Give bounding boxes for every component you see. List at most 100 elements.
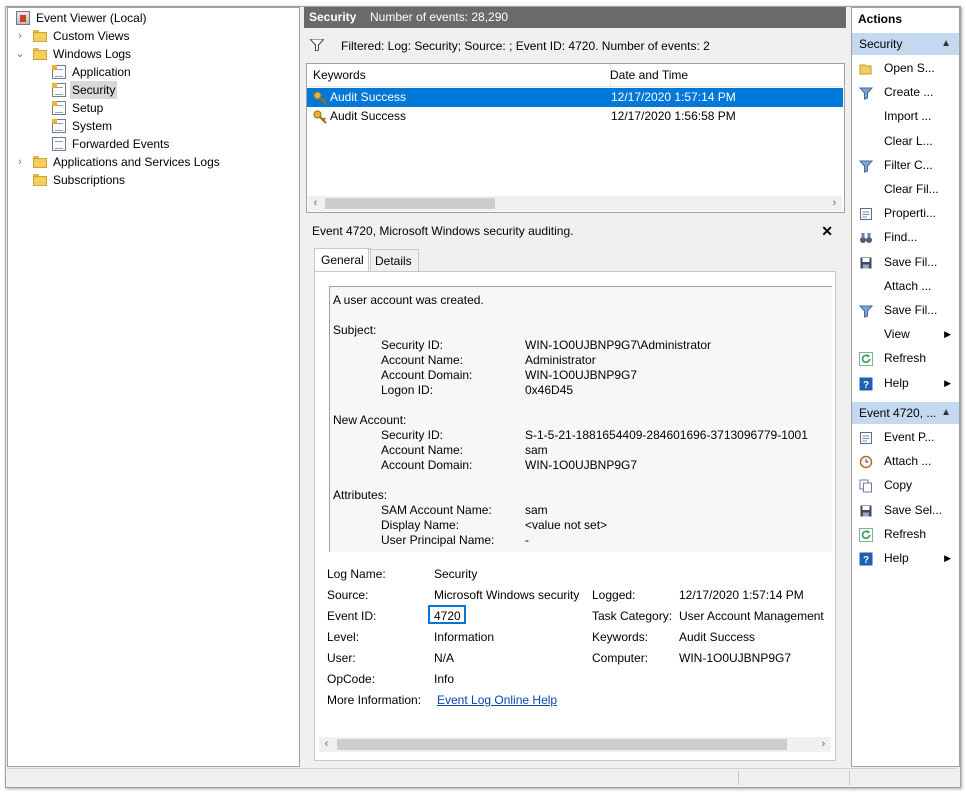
field-value: Administrator <box>525 353 596 367</box>
tree-item-label: Applications and Services Logs <box>53 155 220 169</box>
action-save-fil[interactable]: Save Fil... <box>852 299 959 321</box>
value-log-name: Security <box>434 567 478 581</box>
column-header-date-time[interactable]: Date and Time <box>605 64 845 87</box>
log-icon <box>52 65 66 79</box>
action-clear-l[interactable]: Clear L... <box>852 130 959 152</box>
scroll-left-icon[interactable]: ‹ <box>308 196 323 211</box>
action-save-sel[interactable]: Save Sel... <box>852 499 959 521</box>
action-find[interactable]: Find... <box>852 226 959 248</box>
action-save-fil[interactable]: Save Fil... <box>852 251 959 273</box>
action-refresh[interactable]: Refresh <box>852 523 959 545</box>
tab-general[interactable]: General <box>314 248 371 273</box>
log-title: Security <box>309 10 357 24</box>
svg-text:?: ? <box>863 555 869 566</box>
event-log-online-help-link[interactable]: Event Log Online Help <box>437 692 557 708</box>
action-refresh[interactable]: Refresh <box>852 347 959 369</box>
collapse-up-icon[interactable]: ▲ <box>941 402 951 424</box>
tree-item-windows-logs[interactable]: ⌄ Windows Logs <box>14 45 214 63</box>
label-opcode: OpCode: <box>327 672 376 686</box>
action-label: Attach ... <box>884 454 932 469</box>
chevron-right-icon[interactable]: › <box>14 27 26 45</box>
refresh-icon <box>859 351 873 367</box>
section-label: Event 4720, ... <box>859 406 937 420</box>
label-logged: Logged: <box>592 588 636 602</box>
event-message: A user account was created. Subject: Sec… <box>329 286 832 552</box>
scroll-left-icon[interactable]: ‹ <box>319 737 334 752</box>
tree-item-system[interactable]: System <box>52 117 252 135</box>
value-level: Information <box>434 630 495 644</box>
value-opcode: Info <box>434 672 455 686</box>
action-label: Save Fil... <box>884 303 938 317</box>
action-help[interactable]: ? Help ▶ <box>852 547 959 569</box>
general-tab-panel: A user account was created. Subject: Sec… <box>314 271 836 761</box>
action-label: Properti... <box>884 206 937 221</box>
scroll-right-icon[interactable]: › <box>816 737 831 752</box>
actions-section-security[interactable]: Security ▲ <box>852 33 959 55</box>
grid-horizontal-scrollbar[interactable]: ‹ › <box>308 196 842 211</box>
event-row[interactable]: Audit Success 12/17/2020 1:57:14 PM <box>307 88 843 107</box>
actions-section-event[interactable]: Event 4720, ... ▲ <box>852 402 959 424</box>
field-label: Security ID: <box>381 428 444 442</box>
column-header-keywords[interactable]: Keywords <box>307 64 611 87</box>
chevron-right-icon[interactable]: › <box>14 153 26 171</box>
action-label: Save Sel... <box>884 502 943 517</box>
scrollbar-thumb[interactable] <box>337 739 787 750</box>
tree-item-applications-services-logs[interactable]: › Applications and Services Logs <box>14 153 274 171</box>
tree-root[interactable]: Event Viewer (Local) <box>14 9 214 27</box>
field-label: User Principal Name: <box>381 533 495 547</box>
collapse-up-icon[interactable]: ▲ <box>941 33 951 55</box>
action-filter-c[interactable]: Filter C... <box>852 154 959 176</box>
action-copy[interactable]: Copy <box>852 474 959 496</box>
submenu-arrow-icon: ▶ <box>944 553 951 563</box>
field-value: sam <box>525 443 548 457</box>
tree-item-setup[interactable]: Setup <box>52 99 252 117</box>
action-help[interactable]: ? Help ▶ <box>852 372 959 394</box>
actions-pane: Actions Security ▲ Open S... Create ... Im… <box>851 7 960 767</box>
scrollbar-thumb[interactable] <box>325 198 495 209</box>
event-count: Number of events: 28,290 <box>370 10 509 24</box>
status-divider <box>849 771 850 785</box>
value-source: Microsoft Windows security <box>434 588 580 602</box>
action-clear-fil[interactable]: Clear Fil... <box>852 178 959 200</box>
action-open-s[interactable]: Open S... <box>852 57 959 79</box>
details-horizontal-scrollbar[interactable]: ‹ › <box>319 737 831 752</box>
filter-icon <box>858 85 874 100</box>
section-label: Security <box>859 37 903 51</box>
field-value: WIN-1O0UJBNP9G7 <box>525 368 638 382</box>
tree-item-security[interactable]: Security <box>52 81 252 99</box>
save-icon <box>859 255 873 269</box>
label-level: Level: <box>327 630 360 644</box>
action-label: Find... <box>884 230 918 245</box>
scroll-right-icon[interactable]: › <box>827 196 842 211</box>
action-properti[interactable]: Properti... <box>852 202 959 224</box>
action-label: Event P... <box>884 430 935 444</box>
event-row[interactable]: Audit Success 12/17/2020 1:56:58 PM <box>307 107 843 126</box>
status-bar <box>7 768 957 787</box>
tree-item-application[interactable]: Application <box>52 63 252 81</box>
tab-details[interactable]: Details <box>368 249 419 272</box>
field-value: WIN-1O0UJBNP9G7\Administrator <box>525 338 712 352</box>
tree-item-custom-views[interactable]: › Custom Views <box>14 27 214 45</box>
tree-item-label: Subscriptions <box>53 173 126 187</box>
action-attach[interactable]: Attach ... <box>852 450 959 472</box>
action-event-p[interactable]: Event P... <box>852 426 959 448</box>
chevron-down-icon[interactable]: ⌄ <box>14 45 26 63</box>
action-attach[interactable]: Attach ... <box>852 275 959 297</box>
action-import[interactable]: Import ... <box>852 105 959 127</box>
folder-open-icon <box>859 61 873 75</box>
value-task-category: User Account Management <box>679 609 824 623</box>
log-header: Security Number of events: 28,290 <box>304 7 846 28</box>
action-label: Refresh <box>884 351 927 366</box>
navigation-tree: Event Viewer (Local) › Custom Views ⌄ Wi… <box>7 7 300 767</box>
action-view[interactable]: View ▶ <box>852 323 959 345</box>
events-grid: Keywords Date and Time Audit Success 12/… <box>306 63 845 213</box>
binoculars-icon <box>859 230 873 244</box>
save-icon <box>859 503 873 517</box>
log-icon <box>52 83 66 97</box>
tree-item-subscriptions[interactable]: Subscriptions <box>14 171 214 189</box>
tree-item-forwarded-events[interactable]: Forwarded Events <box>52 135 252 153</box>
close-icon[interactable]: ✕ <box>821 220 833 242</box>
action-label: Refresh <box>884 526 927 541</box>
submenu-arrow-icon: ▶ <box>944 377 951 388</box>
action-create[interactable]: Create ... <box>852 81 959 103</box>
